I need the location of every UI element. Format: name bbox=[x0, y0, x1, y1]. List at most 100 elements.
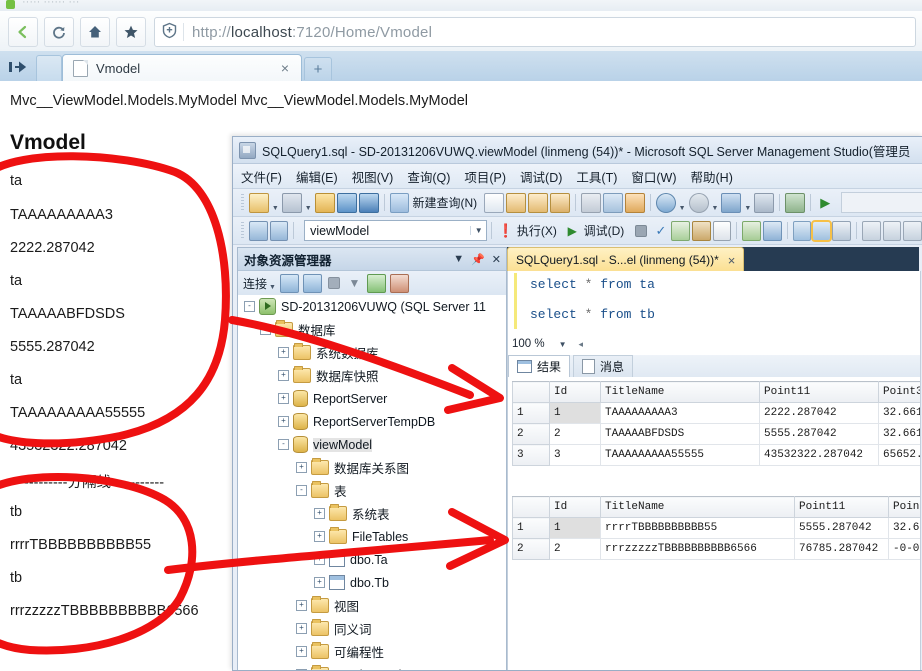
tree-node-views[interactable]: + 视图 bbox=[238, 594, 506, 617]
expand-expander-icon[interactable]: + bbox=[296, 646, 307, 657]
results-to-grid-icon[interactable] bbox=[813, 222, 830, 240]
redo-icon[interactable] bbox=[689, 193, 709, 213]
table-row[interactable]: 3 3 TAAAAAAAAA55555 43532322.287042 6565… bbox=[513, 445, 922, 466]
row-number[interactable]: 2 bbox=[513, 539, 550, 560]
expand-expander-icon[interactable]: + bbox=[278, 416, 289, 427]
browser-tab-vmodel[interactable]: Vmodel × bbox=[62, 54, 302, 82]
connect-object-icon[interactable] bbox=[280, 274, 299, 293]
table-row[interactable]: 2 2 rrrzzzzzTBBBBBBBBBB6566 76785.287042… bbox=[513, 539, 922, 560]
menu-debug[interactable]: 调试(D) bbox=[520, 167, 562, 186]
col-id[interactable]: Id bbox=[550, 382, 601, 403]
toolbar-grip[interactable] bbox=[241, 194, 244, 211]
filter-icon[interactable]: ▼ bbox=[346, 275, 363, 292]
tree-node-database-diagrams[interactable]: + 数据库关系图 bbox=[238, 456, 506, 479]
database-selector[interactable]: viewModel ▼ bbox=[304, 220, 487, 241]
execute-label[interactable]: 执行(X) bbox=[517, 222, 557, 239]
save-all-icon[interactable] bbox=[359, 193, 379, 213]
expand-expander-icon[interactable]: + bbox=[278, 370, 289, 381]
cell-id[interactable]: 1 bbox=[550, 518, 601, 539]
menu-edit[interactable]: 编辑(E) bbox=[296, 167, 338, 186]
parse-check-icon[interactable]: ✓ bbox=[653, 222, 670, 240]
cell-titlename[interactable]: TAAAAABFDSDS bbox=[601, 424, 760, 445]
script-icon[interactable] bbox=[390, 274, 409, 293]
cell-point32[interactable]: 32.661 bbox=[889, 518, 922, 539]
table-row[interactable]: 2 2 TAAAAABFDSDS 5555.287042 32.661 bbox=[513, 424, 922, 445]
close-icon[interactable]: ✕ bbox=[492, 253, 501, 266]
cell-point11[interactable]: 2222.287042 bbox=[760, 403, 879, 424]
expand-expander-icon[interactable]: + bbox=[296, 623, 307, 634]
tree-node-tables[interactable]: - 表 bbox=[238, 479, 506, 502]
col-id[interactable]: Id bbox=[550, 497, 601, 518]
tree-node-reportservertempdb[interactable]: + ReportServerTempDB bbox=[238, 410, 506, 433]
indent-icon[interactable] bbox=[862, 221, 881, 241]
refresh-button[interactable] bbox=[44, 17, 74, 47]
include-actual-plan-icon[interactable] bbox=[742, 221, 761, 241]
cell-id[interactable]: 1 bbox=[550, 403, 601, 424]
stop-icon[interactable] bbox=[635, 225, 646, 237]
col-rowheader[interactable] bbox=[513, 497, 550, 518]
tree-node-system-tables[interactable]: + 系统表 bbox=[238, 502, 506, 525]
chevron-down-icon[interactable]: ▼ bbox=[744, 205, 751, 216]
copy-icon[interactable] bbox=[603, 193, 623, 213]
chevron-down-icon[interactable]: ▼ bbox=[269, 284, 276, 295]
cell-point32[interactable]: 65652.661 bbox=[879, 445, 922, 466]
home-button[interactable] bbox=[80, 17, 110, 47]
connect-icon[interactable] bbox=[249, 221, 268, 241]
sql-editor-icon[interactable] bbox=[785, 193, 805, 213]
row-number[interactable]: 2 bbox=[513, 424, 550, 445]
table-row[interactable]: 1 1 TAAAAAAAAA3 2222.287042 32.661 bbox=[513, 403, 922, 424]
col-titlename[interactable]: TitleName bbox=[601, 382, 760, 403]
zoom-level[interactable]: 100 % bbox=[512, 338, 545, 350]
results-area[interactable]: Id TitleName Point11 Point32 1 1 TAAAAAA… bbox=[507, 377, 921, 671]
execute-icon[interactable]: ❗ bbox=[497, 222, 514, 240]
collapse-expander-icon[interactable]: - bbox=[278, 439, 289, 450]
cell-titlename[interactable]: TAAAAAAAAA55555 bbox=[601, 445, 760, 466]
collapse-expander-icon[interactable]: - bbox=[260, 324, 271, 335]
cell-point11[interactable]: 43532322.287042 bbox=[760, 445, 879, 466]
refresh-icon[interactable] bbox=[367, 274, 386, 293]
favorites-button[interactable] bbox=[116, 17, 146, 47]
row-number[interactable]: 1 bbox=[513, 518, 550, 539]
uncomment-icon[interactable] bbox=[903, 221, 922, 241]
navigate-forward-icon[interactable] bbox=[754, 193, 774, 213]
navigate-back-icon[interactable] bbox=[721, 193, 741, 213]
col-point32[interactable]: Point32 bbox=[889, 497, 922, 518]
cell-point32[interactable]: -0-088772.661 bbox=[889, 539, 922, 560]
cell-point32[interactable]: 32.661 bbox=[879, 424, 922, 445]
new-tab-button[interactable]: + bbox=[304, 57, 332, 80]
tab-messages[interactable]: 消息 bbox=[573, 355, 633, 377]
run-icon[interactable]: ▶ bbox=[816, 194, 834, 212]
tree-node-reportserver[interactable]: + ReportServer bbox=[238, 387, 506, 410]
table-row[interactable]: 1 1 rrrrTBBBBBBBBBB55 5555.287042 32.661 bbox=[513, 518, 922, 539]
expand-expander-icon[interactable]: + bbox=[314, 577, 325, 588]
menu-help[interactable]: 帮助(H) bbox=[691, 167, 733, 186]
disconnect-object-icon[interactable] bbox=[303, 274, 322, 293]
tree-node-dbo-ta[interactable]: + dbo.Ta bbox=[238, 548, 506, 571]
new-query-label[interactable]: 新建查询(N) bbox=[412, 194, 477, 211]
collapse-expander-icon[interactable]: - bbox=[244, 301, 255, 312]
close-icon[interactable]: × bbox=[281, 60, 289, 76]
undo-icon[interactable] bbox=[656, 193, 676, 213]
new-mdx-query-icon[interactable] bbox=[506, 193, 526, 213]
results-to-text-icon[interactable] bbox=[713, 221, 732, 241]
object-explorer-tree[interactable]: - SD-20131206VUWQ (SQL Server 11 - 数据库 +… bbox=[238, 295, 506, 671]
cell-point32[interactable]: 32.661 bbox=[879, 403, 922, 424]
expand-expander-icon[interactable]: + bbox=[278, 347, 289, 358]
cell-point11[interactable]: 5555.287042 bbox=[795, 518, 889, 539]
row-number[interactable]: 3 bbox=[513, 445, 550, 466]
tree-node-system-databases[interactable]: + 系统数据库 bbox=[238, 341, 506, 364]
row-number[interactable]: 1 bbox=[513, 403, 550, 424]
tree-node-viewmodel[interactable]: - viewModel bbox=[238, 433, 506, 456]
col-point11[interactable]: Point11 bbox=[760, 382, 879, 403]
expand-expander-icon[interactable]: + bbox=[314, 554, 325, 565]
debug-label[interactable]: 调试(D) bbox=[584, 222, 625, 239]
chevron-down-icon[interactable]: ▼ bbox=[679, 205, 686, 216]
menu-tools[interactable]: 工具(T) bbox=[576, 167, 617, 186]
cell-point11[interactable]: 76785.287042 bbox=[795, 539, 889, 560]
chevron-down-icon[interactable]: ▼ bbox=[470, 226, 486, 235]
menu-query[interactable]: 查询(Q) bbox=[407, 167, 450, 186]
new-xmla-query-icon[interactable] bbox=[550, 193, 570, 213]
col-point32[interactable]: Point32 bbox=[879, 382, 922, 403]
cell-titlename[interactable]: TAAAAAAAAA3 bbox=[601, 403, 760, 424]
tab-results[interactable]: 结果 bbox=[508, 355, 570, 377]
